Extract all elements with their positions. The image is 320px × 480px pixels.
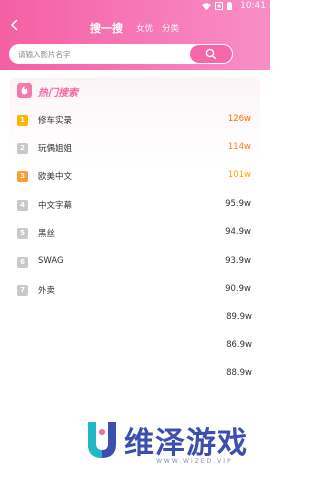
hot-item-count: 95.9w [225,199,251,209]
hot-item-name: 玩偶姐姐 [38,144,73,154]
tab-actresses[interactable]: 女优 [136,22,153,34]
search-input[interactable] [18,48,188,60]
hot-item-count: 114w [227,142,251,152]
hot-item-5[interactable]: 5 黑丝 94.9w [9,225,260,245]
hot-item-name: 修车实录 [38,116,73,126]
rank-badge: 1 [17,115,28,126]
hot-item-1[interactable]: 1 修车实录 126w [9,112,260,132]
rank-badge: 2 [17,143,28,154]
hot-item-count: 101w [227,170,251,180]
rank-badge: 4 [17,200,28,211]
hot-item-count: 93.9w [225,256,251,266]
extra-count: 86.9w [226,340,252,350]
top-bar: 10:41 搜一搜 女优 分类 [0,0,270,70]
search-button[interactable] [190,45,232,63]
hot-item-2[interactable]: 2 玩偶姐姐 114w [9,140,260,160]
tab-bar: 搜一搜 女优 分类 [0,18,270,36]
status-bar: 10:41 [0,0,270,12]
hot-item-7[interactable]: 7 外卖 90.9w [9,282,260,302]
wifi-icon [202,2,211,10]
hot-item-6[interactable]: 6 SWAG 93.9w [9,254,260,274]
battery-saver-icon [215,2,223,10]
hot-search-title: 热门搜索 [38,88,78,99]
hot-search-icon [17,83,32,98]
rank-badge: 6 [17,257,28,268]
hot-item-3[interactable]: 3 欧美中文 101w [9,168,260,188]
extra-count: 89.9w [226,312,252,322]
search-icon [205,48,217,60]
extra-count: 88.9w [226,368,252,378]
hot-item-count: 94.9w [225,227,251,237]
watermark-logo-icon [88,422,116,458]
hot-item-name: 欧美中文 [38,172,73,182]
hot-item-4[interactable]: 4 中文字幕 95.9w [9,197,260,217]
watermark: 维泽游戏 WWW.WIZED.VIP [78,416,262,476]
battery-icon [227,2,232,10]
hot-item-name: SWAG [38,256,64,266]
hot-item-name: 中文字幕 [38,201,73,211]
watermark-sub: WWW.WIZED.VIP [156,458,233,465]
tab-categories[interactable]: 分类 [162,22,179,34]
hot-item-name: 黑丝 [38,229,56,239]
rank-badge: 5 [17,228,28,239]
status-time: 10:41 [240,1,266,11]
rank-badge: 7 [17,285,28,296]
tab-search[interactable]: 搜一搜 [90,20,123,36]
search-bar [9,44,233,64]
status-icons [202,2,232,10]
watermark-text: 维泽游戏 [124,426,248,461]
hot-item-name: 外卖 [38,286,56,296]
hot-item-count: 126w [227,114,251,124]
hot-item-count: 90.9w [225,284,251,294]
rank-badge: 3 [17,171,28,182]
